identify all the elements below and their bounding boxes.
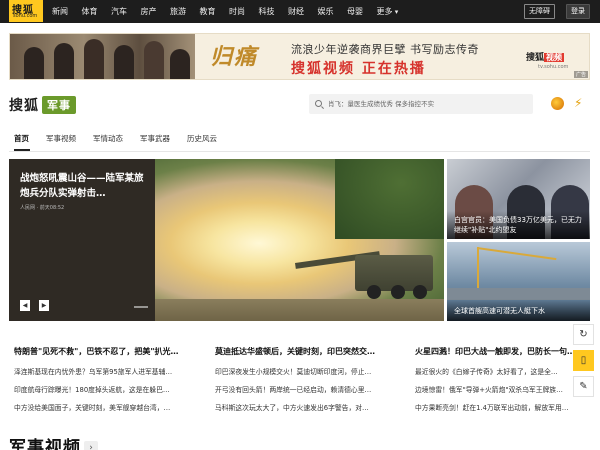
tab-military-news[interactable]: 军情动态 (93, 133, 123, 147)
feature-card-whitehouse[interactable]: 白宫官员：美国负债33万亿美元，已无力继续"补贴"北约盟友 (447, 159, 590, 239)
nav-item-education[interactable]: 教育 (200, 0, 216, 23)
nav-item-auto[interactable]: 汽车 (111, 0, 127, 23)
news-item[interactable]: 边境惊雷！俄军"导弹+火箭炮"双杀乌军王牌族… (415, 381, 573, 399)
chevron-right-icon[interactable]: › (84, 441, 98, 450)
news-column-3: 火星四溅！印巴大战一触即发，巴防长一句… 最近很火的《白嫁子传奇》太好看了，这是… (415, 345, 573, 417)
channel-subnav: 首页 军事视频 军情动态 军事武器 历史风云 (14, 133, 234, 147)
news-item[interactable]: 印度航母行踪曝光！180度掉头返航，这是在躲巴… (14, 381, 194, 399)
tab-home[interactable]: 首页 (14, 133, 29, 147)
nav-item-travel[interactable]: 旅游 (170, 0, 186, 23)
carousel-source-time: 人民网 · 前天08:52 (20, 205, 65, 211)
app-icon[interactable]: ▯ (573, 350, 594, 371)
banner-brand-tag: 视频 (544, 53, 565, 62)
sun-icon[interactable] (551, 97, 564, 110)
news-item[interactable]: 最近很火的《白嫁子传奇》太好看了，这是全… (415, 363, 573, 381)
banner-show-title: 归痛 (210, 44, 259, 70)
nav-item-realestate[interactable]: 房产 (141, 0, 157, 23)
news-headline[interactable]: 莫迪抵达华盛顿后，关键时刻，印巴突然交… (215, 345, 395, 358)
section-title[interactable]: 军事视频 (9, 433, 81, 450)
channel-logo-sohu: 搜狐 (9, 98, 39, 114)
feature-card-title: 白宫官员：美国负债33万亿美元，已无力继续"补贴"北约盟友 (454, 216, 582, 234)
carousel-indicator (134, 306, 148, 308)
channel-logo[interactable]: 搜狐 军事 (9, 94, 76, 116)
tab-weapons[interactable]: 军事武器 (140, 133, 170, 147)
logo-url: sohu.com (13, 13, 38, 19)
nav-item-finance[interactable]: 财经 (288, 0, 304, 23)
news-column-2: 莫迪抵达华盛顿后，关键时刻，印巴突然交… 印巴深夜发生小规模交火！莫迪切断印度河… (215, 345, 395, 417)
news-item[interactable]: 中方没给美国面子，关键时刻，美军舰穿越台湾，… (14, 399, 194, 417)
subnav-divider (9, 151, 590, 152)
edit-icon[interactable]: ✎ (573, 376, 594, 397)
feature-card-drone-boat[interactable]: 全球首艘高速可潜无人艇下水 (447, 242, 590, 321)
search-placeholder: 肖飞：量医生成绩优秀 保多指控不实 (328, 100, 435, 108)
refresh-icon[interactable]: ↻ (573, 324, 594, 345)
feature-card-title: 全球首艘高速可潜无人艇下水 (454, 307, 545, 315)
lightning-icon[interactable]: ⚡ (574, 96, 588, 110)
banner-brand-name: 搜狐 (526, 53, 545, 63)
accessibility-button[interactable]: 无障碍 (524, 4, 555, 19)
nav-item-entertainment[interactable]: 娱乐 (318, 0, 334, 23)
carousel-caption-panel[interactable]: 战炮怒吼震山谷——陆军某旅炮兵分队实弹射击… 人民网 · 前天08:52 ◀ ▶ (9, 159, 155, 321)
search-icon (315, 100, 322, 107)
nav-item-parenting[interactable]: 母婴 (347, 0, 363, 23)
news-headline[interactable]: 特朗普"见死不救"，巴铁不忍了，把美"扒光… (14, 345, 194, 358)
news-item[interactable]: 开弓没有回头箭！两岸统一已经启动，赖清德心里… (215, 381, 395, 399)
tab-military-video[interactable]: 军事视频 (46, 133, 76, 147)
floating-toolbar: ↻ ▯ ✎ (573, 324, 594, 402)
news-headline[interactable]: 火星四溅！印巴大战一触即发，巴防长一句… (415, 345, 573, 358)
top-nav-bar: 搜狐 sohu.com 新闻 体育 汽车 房产 旅游 教育 时尚 科技 财经 娱… (0, 0, 600, 23)
news-item[interactable]: 马科斯这次玩太大了，中方火速发出6字警告，对… (215, 399, 395, 417)
banner-tagline: 流浪少年逆袭商界巨擘 书写励志传奇 (291, 43, 479, 56)
login-button[interactable]: 登录 (566, 4, 590, 19)
banner-ad[interactable]: 归痛 流浪少年逆袭商界巨擘 书写励志传奇 搜狐视频 正在热播 搜狐 视频 tv.s… (9, 33, 590, 80)
sohu-logo[interactable]: 搜狐 sohu.com (9, 0, 43, 22)
carousel-next-button[interactable]: ▶ (39, 300, 49, 311)
nav-item-tech[interactable]: 科技 (259, 0, 275, 23)
tab-history[interactable]: 历史风云 (187, 133, 217, 147)
carousel-headline[interactable]: 战炮怒吼震山谷——陆军某旅炮兵分队实弹射击… (20, 171, 148, 201)
top-nav-items: 新闻 体育 汽车 房产 旅游 教育 时尚 科技 财经 娱乐 母婴 更多 (52, 0, 412, 23)
nav-item-news[interactable]: 新闻 (52, 0, 68, 23)
banner-brand-url: tv.sohu.com (538, 64, 569, 70)
ad-label: 广告 (573, 71, 588, 78)
news-item[interactable]: 中方果断亮剑！赶在1.4万联军出动前，解放军用… (415, 399, 573, 417)
banner-brand: 搜狐 视频 (526, 50, 565, 63)
banner-cast-photo (10, 34, 195, 79)
banner-now-playing: 搜狐视频 正在热播 (291, 61, 426, 77)
channel-logo-military: 军事 (42, 96, 76, 114)
nav-item-more[interactable]: 更多 (377, 0, 399, 23)
news-item[interactable]: 印巴深夜发生小规模交火！莫迪切断印度河，停止… (215, 363, 395, 381)
search-input[interactable]: 肖飞：量医生成绩优秀 保多指控不实 (309, 94, 533, 114)
news-column-1: 特朗普"见死不救"，巴铁不忍了，把美"扒光… 泽连斯基现在内忧外患？乌军第95旅… (14, 345, 194, 417)
carousel-prev-button[interactable]: ◀ (20, 300, 30, 311)
nav-item-fashion[interactable]: 时尚 (229, 0, 245, 23)
nav-item-sports[interactable]: 体育 (82, 0, 98, 23)
carousel-main-image[interactable] (155, 159, 444, 321)
news-item[interactable]: 泽连斯基现在内忧外患？乌军第95旅军人进军基辅… (14, 363, 194, 381)
